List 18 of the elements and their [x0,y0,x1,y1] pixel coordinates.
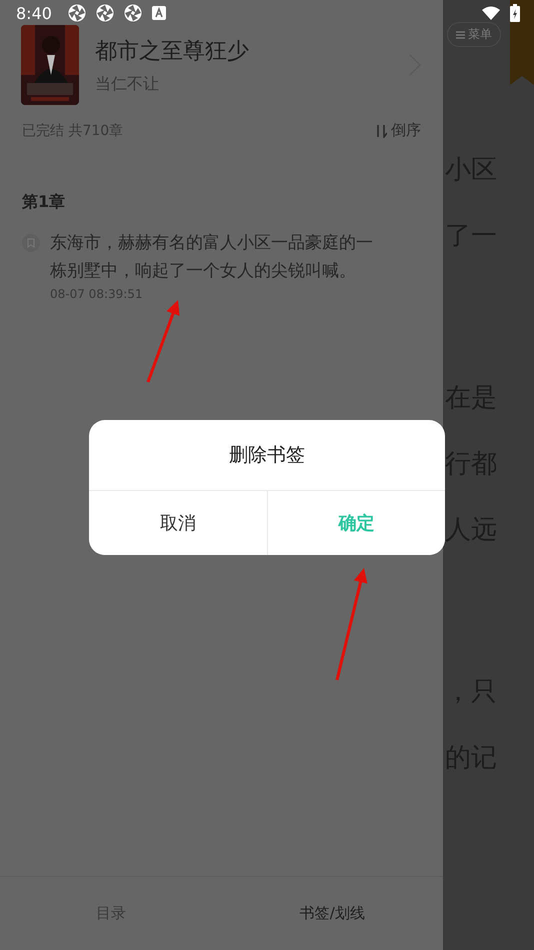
chapter-title: 第1章 [21,192,66,213]
menu-button[interactable]: 菜单 [447,22,501,47]
bookmark-text[interactable]: 东海市，赫赫有名的富人小区一品豪庭的一栋别墅中，响起了一个女人的尖锐叫喊。 [50,229,386,285]
aperture-icon [96,4,114,22]
aperture-icon [124,4,142,22]
status-time: 8:40 [16,4,52,22]
tab[interactable]: 书签/划线 [222,877,443,950]
confirm-button[interactable]: 确定 [266,491,445,555]
menu-icon [456,30,465,38]
bookmark-ribbon-icon [510,0,534,85]
battery-icon [510,4,520,22]
wifi-icon [482,6,500,20]
aperture-icon [68,4,86,22]
sort-button[interactable]: 倒序 [375,121,421,140]
sort-icon [375,124,387,138]
bookmark-icon [22,234,40,252]
keyboard-icon [152,6,166,20]
book-title: 都市之至尊狂少 [95,38,250,66]
